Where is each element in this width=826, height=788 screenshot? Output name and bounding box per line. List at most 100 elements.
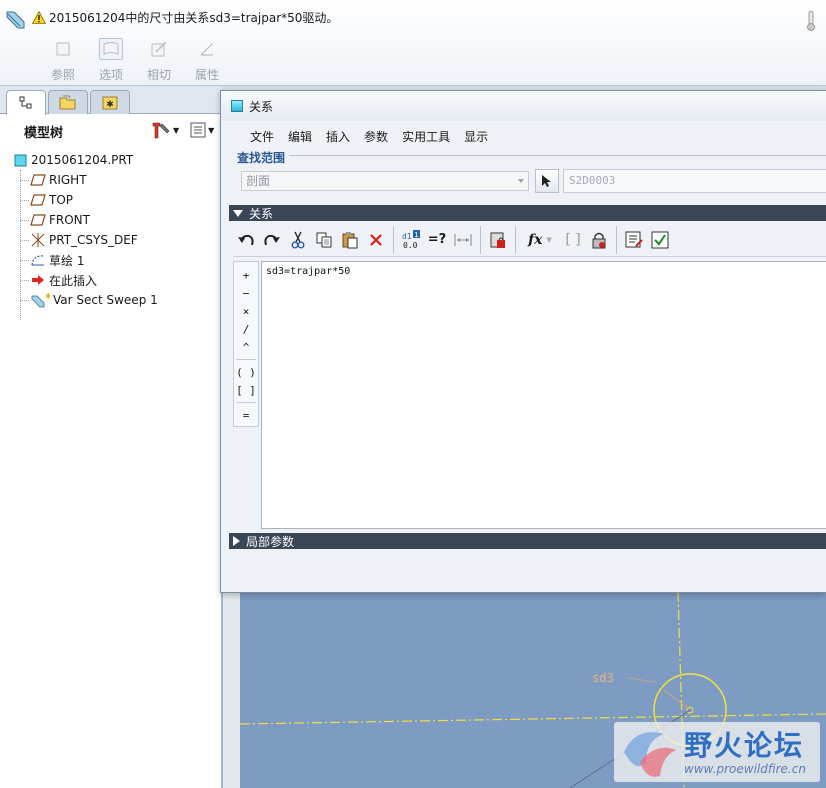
- dimension-label[interactable]: sd3: [592, 671, 614, 685]
- local-parameters-section-header[interactable]: 局部参数: [229, 533, 826, 549]
- graphics-side-strip: [222, 592, 240, 788]
- part-icon: [12, 152, 28, 168]
- tree-settings-button[interactable]: ▼: [150, 120, 179, 140]
- tools-icon: [152, 122, 170, 139]
- dialog-title: 关系: [249, 99, 274, 114]
- dashboard-bar: 2015061204中的尺寸由关系sd3=trajpar*50驱动。 参照 选项…: [0, 0, 826, 86]
- evaluate-icon: =?: [427, 232, 447, 247]
- expand-triangle-icon: [233, 536, 240, 546]
- chevron-down-icon: ▼: [208, 125, 215, 135]
- paste-button[interactable]: [337, 227, 363, 253]
- lock-parameter-button[interactable]: [586, 227, 612, 253]
- insert-function-button[interactable]: fx ▼: [520, 227, 560, 253]
- operator-power-button[interactable]: ^: [234, 338, 258, 356]
- relations-section-header[interactable]: 关系: [229, 205, 826, 221]
- tangent-button[interactable]: 相切: [142, 38, 176, 83]
- tree-item-top[interactable]: TOP: [0, 190, 222, 210]
- tree-item-part[interactable]: 2015061204.PRT: [0, 150, 222, 170]
- operator-parentheses-button[interactable]: ( ): [234, 363, 258, 381]
- tree-item-insert-here[interactable]: 在此插入: [0, 270, 222, 290]
- favorites-icon: ✱: [102, 96, 118, 110]
- dimension-value-icon: d1 1 0.0: [402, 229, 420, 250]
- tangent-icon: [147, 38, 171, 60]
- insert-here-arrow-icon: [30, 272, 46, 288]
- watermark: 野火论坛 www.proewildfire.cn: [614, 722, 820, 782]
- scope-item-field[interactable]: S2D0003: [563, 169, 826, 193]
- undo-icon: [238, 234, 254, 245]
- copy-icon: [316, 232, 332, 247]
- brackets-icon: [ ]: [565, 231, 581, 248]
- model-tree: 2015061204.PRT RIGHT TOP FRONT PRT_CSYS_…: [0, 150, 222, 310]
- dimension-arrows-icon: [454, 233, 472, 246]
- svg-text:0.0: 0.0: [403, 241, 418, 250]
- csys-icon: [30, 232, 46, 248]
- copy-button[interactable]: [311, 227, 337, 253]
- tab-model-tree[interactable]: [6, 90, 46, 115]
- message-text: 2015061204中的尺寸由关系sd3=trajpar*50驱动。: [49, 10, 339, 25]
- operator-minus-button[interactable]: −: [234, 284, 258, 302]
- tree-item-var-sect-sweep[interactable]: ✱ Var Sect Sweep 1: [0, 290, 222, 310]
- watermark-title: 野火论坛: [684, 729, 805, 762]
- menu-parameters[interactable]: 参数: [357, 128, 395, 145]
- scope-type-select[interactable]: 剖面: [241, 171, 529, 191]
- verify-relations-button[interactable]: [621, 227, 647, 253]
- sort-relations-button[interactable]: [485, 227, 511, 253]
- chevron-down-icon: ▼: [173, 125, 180, 135]
- undo-button[interactable]: [233, 227, 259, 253]
- reference-button[interactable]: 参照: [46, 38, 80, 83]
- menu-file[interactable]: 文件: [243, 128, 281, 145]
- operator-palette: + − × / ^ ( ) [ ] =: [233, 261, 259, 427]
- redo-icon: [264, 234, 280, 245]
- model-tree-icon: [19, 96, 32, 109]
- tree-item-sketch[interactable]: 草绘 1: [0, 250, 222, 270]
- chevron-down-icon: [518, 179, 524, 183]
- delete-x-icon: [370, 233, 382, 246]
- operator-divide-button[interactable]: /: [234, 320, 258, 338]
- dialog-titlebar[interactable]: 关系: [221, 91, 826, 121]
- cut-button[interactable]: [285, 227, 311, 253]
- list-icon: [190, 122, 206, 138]
- tree-item-front[interactable]: FRONT: [0, 210, 222, 230]
- insert-brackets-button[interactable]: [ ]: [560, 227, 586, 253]
- show-dimension-button[interactable]: [450, 227, 476, 253]
- check-relations-button[interactable]: [647, 227, 673, 253]
- menu-utilities[interactable]: 实用工具: [395, 128, 457, 145]
- tab-folder-browser[interactable]: [48, 90, 88, 114]
- tree-item-csys[interactable]: PRT_CSYS_DEF: [0, 230, 222, 250]
- menu-edit[interactable]: 编辑: [281, 128, 319, 145]
- tree-show-button[interactable]: ▼: [189, 121, 214, 139]
- thermometer-icon[interactable]: [804, 10, 818, 32]
- redo-button[interactable]: [259, 227, 285, 253]
- switch-dimensions-button[interactable]: d1 1 0.0: [398, 227, 424, 253]
- dialog-menubar: 文件 编辑 插入 参数 实用工具 显示: [221, 123, 826, 149]
- forum-logo-icon: [624, 732, 676, 777]
- operator-equals-button[interactable]: =: [234, 406, 258, 424]
- model-tree-title: 模型树: [24, 126, 64, 141]
- dialog-app-icon: [231, 100, 243, 112]
- delete-button[interactable]: [363, 227, 389, 253]
- lock-icon: [592, 232, 606, 248]
- relations-editor[interactable]: sd3=trajpar*50: [261, 261, 826, 529]
- locked-calculator-icon: [490, 232, 505, 248]
- datum-plane-icon: [30, 212, 46, 228]
- properties-button[interactable]: 属性: [190, 38, 224, 83]
- tree-item-right[interactable]: RIGHT: [0, 170, 222, 190]
- tab-favorites[interactable]: ✱: [90, 90, 130, 114]
- navigator-tabs: ✱: [0, 86, 222, 115]
- evaluate-button[interactable]: =?: [424, 227, 450, 253]
- options-button[interactable]: 选项: [94, 38, 128, 83]
- navigator-panel: ✱ 模型树 ▼ ▼ 2015061204.PRT RIGHT TOP FRONT…: [0, 86, 222, 788]
- sweep-feature-icon: [6, 11, 25, 29]
- operator-plus-button[interactable]: +: [234, 266, 258, 284]
- operator-multiply-button[interactable]: ×: [234, 302, 258, 320]
- datum-plane-icon: [30, 172, 46, 188]
- chevron-down-icon: ▼: [546, 235, 552, 244]
- operator-brackets-button[interactable]: [ ]: [234, 381, 258, 399]
- cursor-arrow-icon: [542, 175, 551, 187]
- paste-icon: [342, 231, 358, 248]
- select-item-button[interactable]: [535, 169, 559, 193]
- menu-display[interactable]: 显示: [457, 128, 495, 145]
- menu-insert[interactable]: 插入: [319, 128, 357, 145]
- watermark-url: www.proewildfire.cn: [684, 762, 806, 776]
- sweep-feature-icon: ✱: [30, 292, 50, 308]
